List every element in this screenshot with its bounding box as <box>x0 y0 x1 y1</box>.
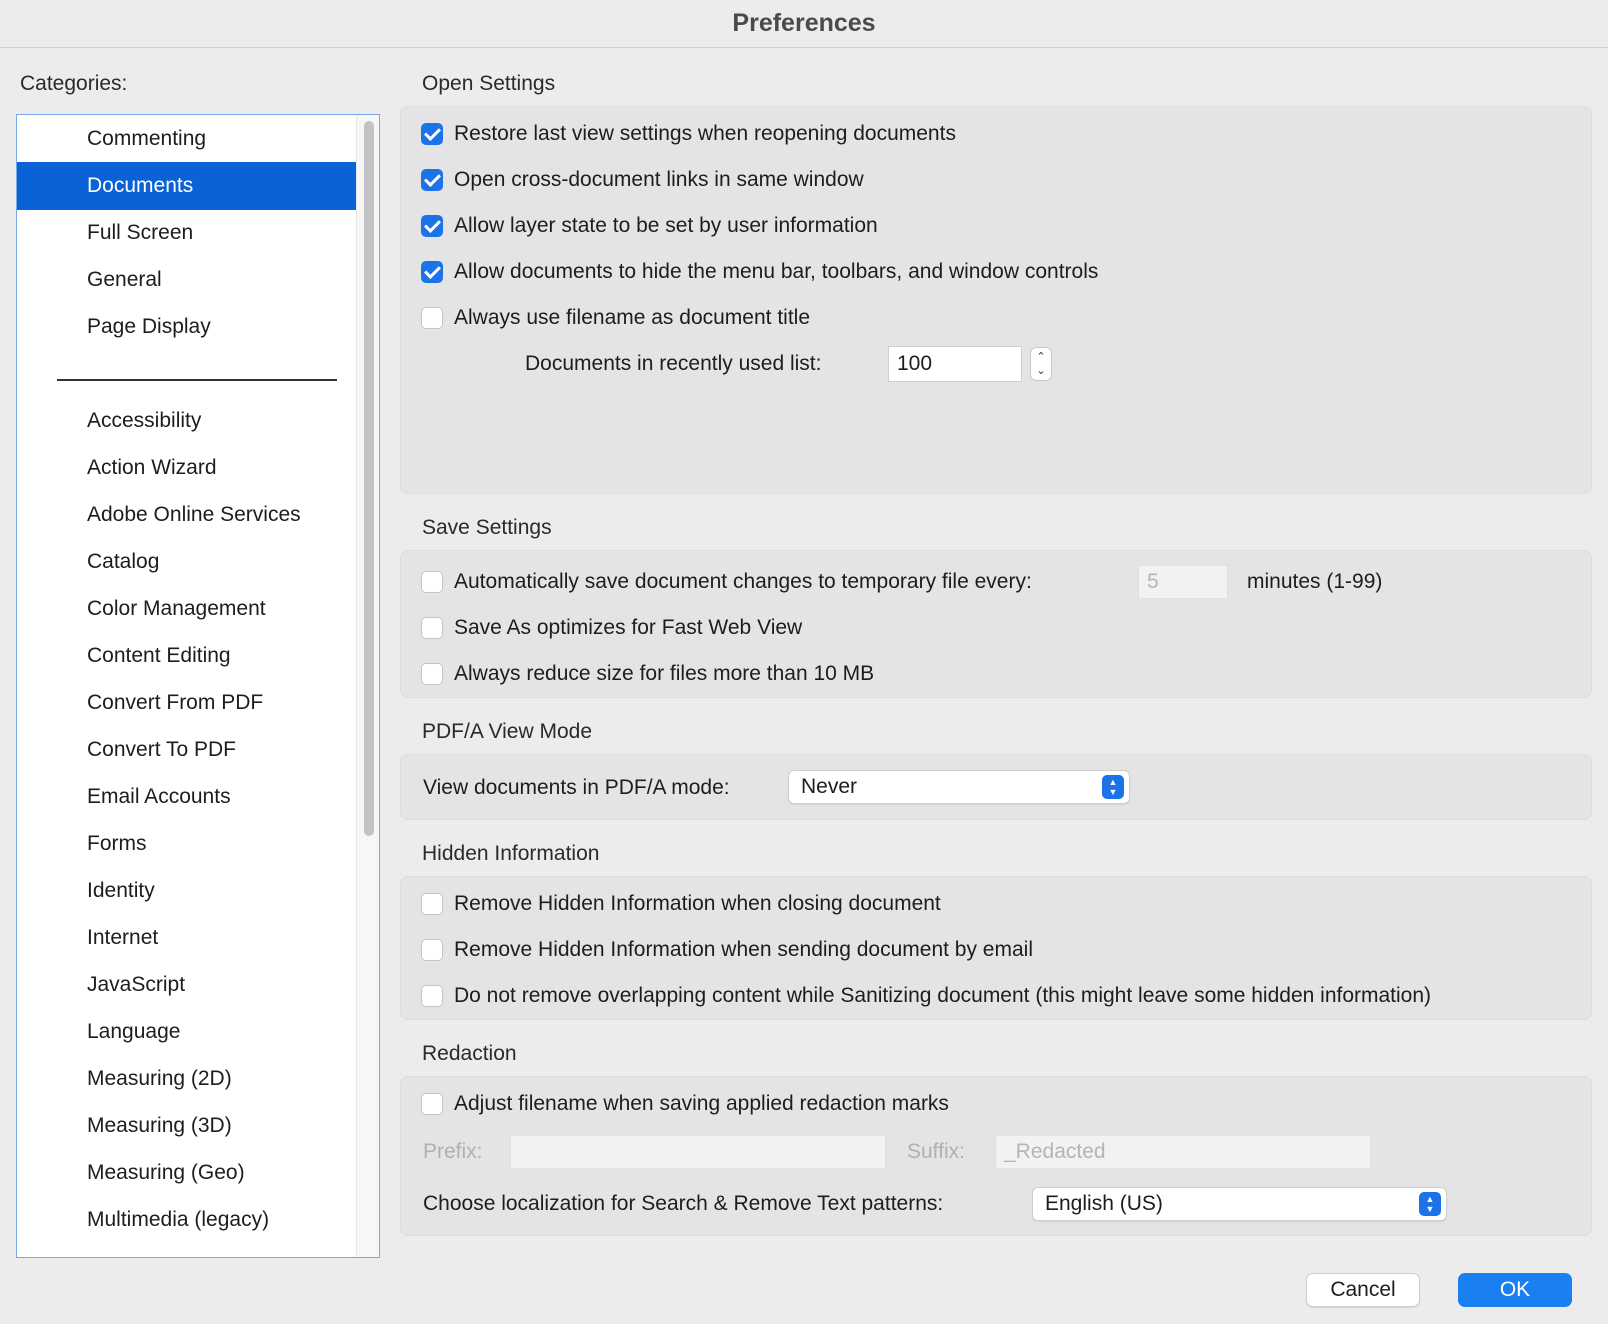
hide-menu-bar-checkbox[interactable] <box>421 261 443 283</box>
window-title: Preferences <box>732 9 876 37</box>
category-forms[interactable]: Forms <box>17 820 356 868</box>
categories-list[interactable]: Commenting Documents Full Screen General… <box>16 114 380 1258</box>
ok-button[interactable]: OK <box>1458 1273 1572 1307</box>
category-measuring-2d[interactable]: Measuring (2D) <box>17 1055 356 1103</box>
categories-label: Categories: <box>20 72 128 95</box>
adjust-filename-label: Adjust filename when saving applied reda… <box>454 1092 949 1115</box>
category-identity[interactable]: Identity <box>17 867 356 915</box>
pdfa-mode-label: View documents in PDF/A mode: <box>423 776 730 799</box>
category-separator <box>57 379 337 381</box>
filename-title-label: Always use filename as document title <box>454 306 811 329</box>
pdfa-panel: View documents in PDF/A mode: Never ▲ ▼ <box>400 754 1592 820</box>
overlapping-content-checkbox[interactable] <box>421 985 443 1007</box>
overlapping-content-option[interactable]: Do not remove overlapping content while … <box>421 979 1431 1013</box>
category-full-screen[interactable]: Full Screen <box>17 209 356 257</box>
open-settings-title: Open Settings <box>422 72 556 95</box>
overlapping-content-label: Do not remove overlapping content while … <box>454 984 1432 1007</box>
hide-menu-bar-label: Allow documents to hide the menu bar, to… <box>454 260 1099 283</box>
remove-on-email-option[interactable]: Remove Hidden Information when sending d… <box>421 933 1033 967</box>
select-arrows-icon: ▲ ▼ <box>1102 775 1124 799</box>
autosave-unit-label: minutes (1-99) <box>1247 570 1383 593</box>
open-settings-panel: Restore last view settings when reopenin… <box>400 106 1592 494</box>
category-language[interactable]: Language <box>17 1008 356 1056</box>
fast-web-option[interactable]: Save As optimizes for Fast Web View <box>421 611 802 645</box>
save-settings-panel: Automatically save document changes to t… <box>400 550 1592 698</box>
layer-state-option[interactable]: Allow layer state to be set by user info… <box>421 209 878 243</box>
reduce-size-label: Always reduce size for files more than 1… <box>454 662 875 685</box>
categories-scroll-thumb[interactable] <box>364 121 374 836</box>
remove-on-close-label: Remove Hidden Information when closing d… <box>454 892 941 915</box>
category-color-management[interactable]: Color Management <box>17 585 356 633</box>
category-email-accounts[interactable]: Email Accounts <box>17 773 356 821</box>
category-multimedia-legacy[interactable]: Multimedia (legacy) <box>17 1196 356 1244</box>
hidden-info-title: Hidden Information <box>422 842 600 865</box>
prefix-label: Prefix: <box>423 1140 483 1163</box>
pdfa-mode-value: Never <box>801 775 858 798</box>
filename-title-checkbox[interactable] <box>421 307 443 329</box>
category-convert-from-pdf[interactable]: Convert From PDF <box>17 679 356 727</box>
category-commenting[interactable]: Commenting <box>17 115 356 163</box>
cross-doc-links-option[interactable]: Open cross-document links in same window <box>421 163 864 197</box>
stepper-up-icon[interactable]: ⌃ <box>1036 350 1045 364</box>
recent-list-stepper[interactable]: ⌃ ⌄ <box>1030 347 1052 381</box>
category-action-wizard[interactable]: Action Wizard <box>17 444 356 492</box>
suffix-label: Suffix: <box>907 1140 965 1163</box>
category-measuring-3d[interactable]: Measuring (3D) <box>17 1102 356 1150</box>
localization-select[interactable]: English (US) ▲ ▼ <box>1032 1187 1447 1221</box>
restore-view-checkbox[interactable] <box>421 123 443 145</box>
select-arrows-icon: ▲ ▼ <box>1419 1192 1441 1216</box>
cross-doc-links-checkbox[interactable] <box>421 169 443 191</box>
autosave-checkbox[interactable] <box>421 571 443 593</box>
autosave-label: Automatically save document changes to t… <box>454 570 1032 593</box>
category-page-display[interactable]: Page Display <box>17 303 356 351</box>
cancel-button[interactable]: Cancel <box>1306 1273 1420 1307</box>
autosave-minutes-input[interactable]: 5 <box>1138 565 1228 599</box>
recent-list-label: Documents in recently used list: <box>525 352 822 375</box>
category-accessibility[interactable]: Accessibility <box>17 397 356 445</box>
category-catalog[interactable]: Catalog <box>17 538 356 586</box>
category-content-editing[interactable]: Content Editing <box>17 632 356 680</box>
restore-view-label: Restore last view settings when reopenin… <box>454 122 956 145</box>
remove-on-email-label: Remove Hidden Information when sending d… <box>454 938 1033 961</box>
fast-web-label: Save As optimizes for Fast Web View <box>454 616 803 639</box>
prefix-input[interactable] <box>510 1135 886 1169</box>
localization-label: Choose localization for Search & Remove … <box>423 1192 944 1215</box>
category-javascript[interactable]: JavaScript <box>17 961 356 1009</box>
category-adobe-online-services[interactable]: Adobe Online Services <box>17 491 356 539</box>
cross-doc-links-label: Open cross-document links in same window <box>454 168 864 191</box>
pdfa-mode-select[interactable]: Never ▲ ▼ <box>788 770 1130 804</box>
remove-on-close-option[interactable]: Remove Hidden Information when closing d… <box>421 887 941 921</box>
redaction-title: Redaction <box>422 1042 517 1065</box>
pdfa-title: PDF/A View Mode <box>422 720 593 743</box>
category-internet[interactable]: Internet <box>17 914 356 962</box>
recent-list-input[interactable]: 100 <box>888 346 1022 382</box>
suffix-input[interactable]: _Redacted <box>995 1135 1371 1169</box>
adjust-filename-checkbox[interactable] <box>421 1093 443 1115</box>
reduce-size-option[interactable]: Always reduce size for files more than 1… <box>421 657 874 691</box>
hide-menu-bar-option[interactable]: Allow documents to hide the menu bar, to… <box>421 255 1098 289</box>
stepper-down-icon[interactable]: ⌄ <box>1036 364 1045 378</box>
remove-on-close-checkbox[interactable] <box>421 893 443 915</box>
autosave-option[interactable]: Automatically save document changes to t… <box>421 565 1032 599</box>
reduce-size-checkbox[interactable] <box>421 663 443 685</box>
filename-title-option[interactable]: Always use filename as document title <box>421 301 810 335</box>
category-documents[interactable]: Documents <box>17 162 356 210</box>
category-convert-to-pdf[interactable]: Convert To PDF <box>17 726 356 774</box>
layer-state-label: Allow layer state to be set by user info… <box>454 214 878 237</box>
title-bar: Preferences <box>0 0 1608 48</box>
category-measuring-geo[interactable]: Measuring (Geo) <box>17 1149 356 1197</box>
save-settings-title: Save Settings <box>422 516 552 539</box>
layer-state-checkbox[interactable] <box>421 215 443 237</box>
category-general[interactable]: General <box>17 256 356 304</box>
fast-web-checkbox[interactable] <box>421 617 443 639</box>
adjust-filename-option[interactable]: Adjust filename when saving applied reda… <box>421 1087 949 1121</box>
remove-on-email-checkbox[interactable] <box>421 939 443 961</box>
restore-view-option[interactable]: Restore last view settings when reopenin… <box>421 117 956 151</box>
hidden-info-panel: Remove Hidden Information when closing d… <box>400 876 1592 1020</box>
redaction-panel: Adjust filename when saving applied reda… <box>400 1076 1592 1236</box>
localization-value: English (US) <box>1045 1192 1163 1215</box>
